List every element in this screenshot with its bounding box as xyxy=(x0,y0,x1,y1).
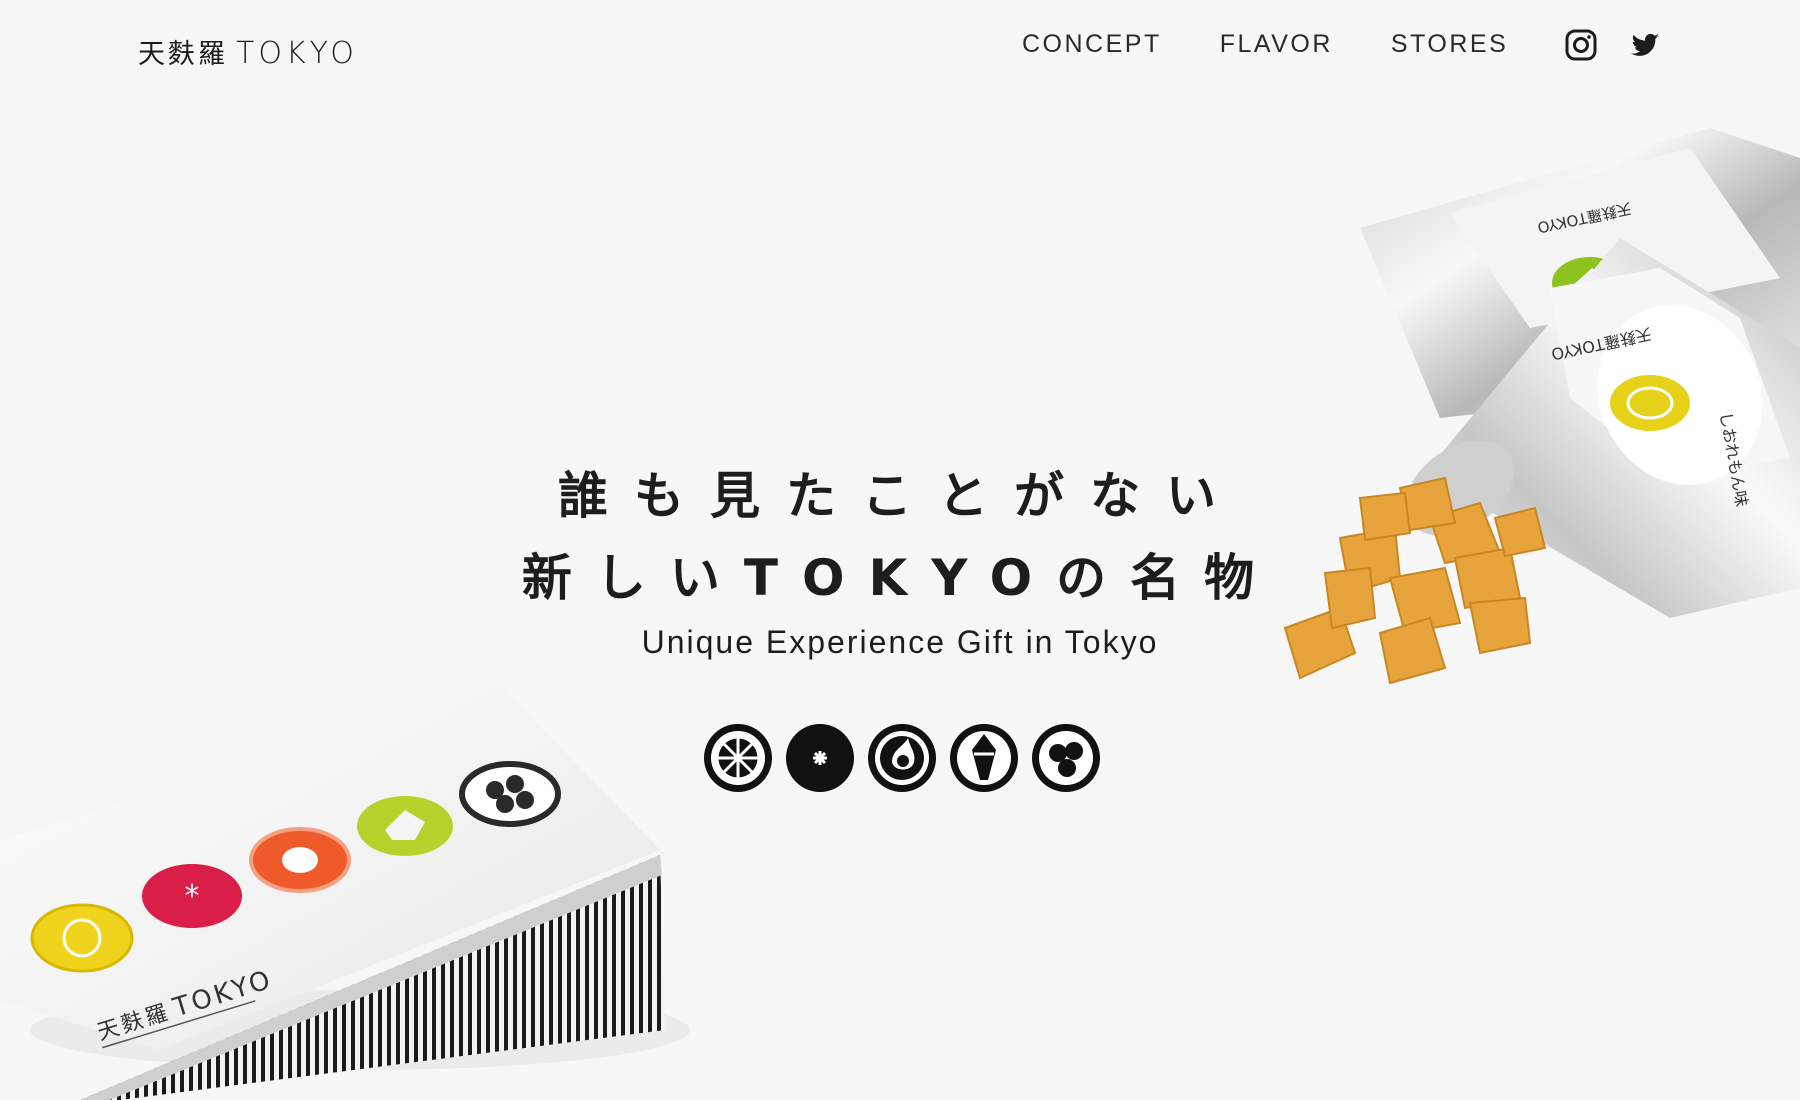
triple-circle-icon[interactable] xyxy=(1030,722,1102,794)
flame-icon[interactable] xyxy=(866,722,938,794)
hero-section: * 天麩羅 TOKYO 天麩羅TOKYO 天麩羅TOKYO しおれもん味 誰も見… xyxy=(0,0,1800,1100)
star-icon[interactable] xyxy=(784,722,856,794)
product-bag-image: 天麩羅TOKYO 天麩羅TOKYO しおれもん味 xyxy=(1283,128,1800,685)
flavor-icons xyxy=(702,722,1102,794)
product-box-image: * 天麩羅 TOKYO xyxy=(0,685,690,1100)
hero-subtitle: Unique Experience Gift in Tokyo xyxy=(641,624,1159,660)
hero-headline: 誰も見たことがない 新しいTOKYOの名物 xyxy=(0,455,1800,619)
leaf-icon[interactable] xyxy=(948,722,1020,794)
lemon-icon[interactable] xyxy=(702,722,774,794)
svg-text:*: * xyxy=(185,879,200,914)
headline-line-2: 新しいTOKYOの名物 xyxy=(521,549,1279,607)
headline-line-1: 誰も見たことがない xyxy=(558,467,1242,525)
